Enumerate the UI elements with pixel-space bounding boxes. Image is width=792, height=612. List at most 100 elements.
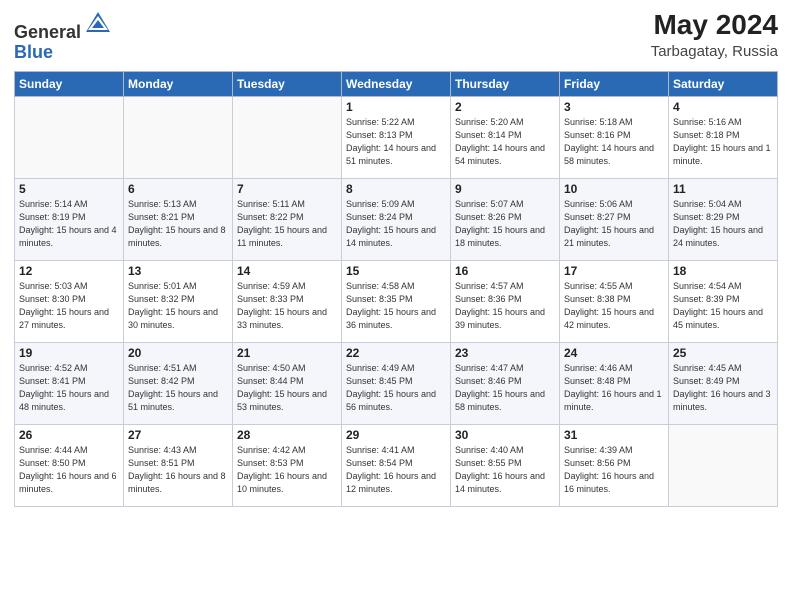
day-number: 24: [564, 346, 664, 360]
calendar-table: Sunday Monday Tuesday Wednesday Thursday…: [14, 71, 778, 507]
cell-content: Sunrise: 5:03 AM Sunset: 8:30 PM Dayligh…: [19, 280, 119, 332]
cell-content: Sunrise: 5:04 AM Sunset: 8:29 PM Dayligh…: [673, 198, 773, 250]
calendar-cell: [669, 425, 778, 507]
calendar-cell: 3 Sunrise: 5:18 AM Sunset: 8:16 PM Daylig…: [560, 97, 669, 179]
title-block: May 2024 Tarbagatay, Russia: [651, 10, 778, 60]
logo-blue: Blue: [14, 42, 53, 62]
logo-text-block: General Blue: [14, 10, 112, 63]
cell-content: Sunrise: 4:47 AM Sunset: 8:46 PM Dayligh…: [455, 362, 555, 414]
calendar-cell: 1 Sunrise: 5:22 AM Sunset: 8:13 PM Daylig…: [342, 97, 451, 179]
calendar-week-1: 5 Sunrise: 5:14 AM Sunset: 8:19 PM Daylig…: [15, 179, 778, 261]
day-number: 2: [455, 100, 555, 114]
day-number: 19: [19, 346, 119, 360]
cell-content: Sunrise: 5:18 AM Sunset: 8:16 PM Dayligh…: [564, 116, 664, 168]
calendar-cell: 27 Sunrise: 4:43 AM Sunset: 8:51 PM Dayli…: [124, 425, 233, 507]
day-number: 1: [346, 100, 446, 114]
cell-content: Sunrise: 4:40 AM Sunset: 8:55 PM Dayligh…: [455, 444, 555, 496]
calendar-cell: 2 Sunrise: 5:20 AM Sunset: 8:14 PM Daylig…: [451, 97, 560, 179]
calendar-cell: 11 Sunrise: 5:04 AM Sunset: 8:29 PM Dayli…: [669, 179, 778, 261]
day-number: 29: [346, 428, 446, 442]
day-number: 9: [455, 182, 555, 196]
col-saturday: Saturday: [669, 72, 778, 97]
day-number: 16: [455, 264, 555, 278]
day-number: 23: [455, 346, 555, 360]
cell-content: Sunrise: 5:07 AM Sunset: 8:26 PM Dayligh…: [455, 198, 555, 250]
logo-general: General: [14, 22, 81, 42]
cell-content: Sunrise: 4:52 AM Sunset: 8:41 PM Dayligh…: [19, 362, 119, 414]
calendar-cell: 5 Sunrise: 5:14 AM Sunset: 8:19 PM Daylig…: [15, 179, 124, 261]
cell-content: Sunrise: 4:55 AM Sunset: 8:38 PM Dayligh…: [564, 280, 664, 332]
cell-content: Sunrise: 5:06 AM Sunset: 8:27 PM Dayligh…: [564, 198, 664, 250]
month-title: May 2024: [651, 10, 778, 41]
cell-content: Sunrise: 4:44 AM Sunset: 8:50 PM Dayligh…: [19, 444, 119, 496]
calendar-week-2: 12 Sunrise: 5:03 AM Sunset: 8:30 PM Dayli…: [15, 261, 778, 343]
header: General Blue May 2024 Tarbagatay, Russia: [14, 10, 778, 63]
day-number: 15: [346, 264, 446, 278]
day-number: 21: [237, 346, 337, 360]
calendar-cell: [124, 97, 233, 179]
calendar-cell: 31Sunrise: 4:39 AM Sunset: 8:56 PM Dayli…: [560, 425, 669, 507]
cell-content: Sunrise: 4:43 AM Sunset: 8:51 PM Dayligh…: [128, 444, 228, 496]
calendar-cell: 19 Sunrise: 4:52 AM Sunset: 8:41 PM Dayli…: [15, 343, 124, 425]
calendar-cell: 13 Sunrise: 5:01 AM Sunset: 8:32 PM Dayli…: [124, 261, 233, 343]
cell-content: Sunrise: 5:01 AM Sunset: 8:32 PM Dayligh…: [128, 280, 228, 332]
cell-content: Sunrise: 4:57 AM Sunset: 8:36 PM Dayligh…: [455, 280, 555, 332]
day-number: 22: [346, 346, 446, 360]
calendar-cell: 6Sunrise: 5:13 AM Sunset: 8:21 PM Daylig…: [124, 179, 233, 261]
col-friday: Friday: [560, 72, 669, 97]
calendar-cell: 12 Sunrise: 5:03 AM Sunset: 8:30 PM Dayli…: [15, 261, 124, 343]
cell-content: Sunrise: 5:22 AM Sunset: 8:13 PM Dayligh…: [346, 116, 446, 168]
calendar-cell: 24 Sunrise: 4:46 AM Sunset: 8:48 PM Dayli…: [560, 343, 669, 425]
cell-content: Sunrise: 4:41 AM Sunset: 8:54 PM Dayligh…: [346, 444, 446, 496]
cell-content: Sunrise: 5:11 AM Sunset: 8:22 PM Dayligh…: [237, 198, 337, 250]
day-number: 18: [673, 264, 773, 278]
calendar-cell: [15, 97, 124, 179]
day-number: 31: [564, 428, 664, 442]
cell-content: Sunrise: 5:14 AM Sunset: 8:19 PM Dayligh…: [19, 198, 119, 250]
col-sunday: Sunday: [15, 72, 124, 97]
day-number: 30: [455, 428, 555, 442]
location-title: Tarbagatay, Russia: [651, 43, 778, 60]
day-number: 3: [564, 100, 664, 114]
calendar-cell: 9 Sunrise: 5:07 AM Sunset: 8:26 PM Daylig…: [451, 179, 560, 261]
day-number: 12: [19, 264, 119, 278]
calendar-cell: 26 Sunrise: 4:44 AM Sunset: 8:50 PM Dayli…: [15, 425, 124, 507]
day-number: 17: [564, 264, 664, 278]
calendar-cell: 17 Sunrise: 4:55 AM Sunset: 8:38 PM Dayli…: [560, 261, 669, 343]
calendar-cell: 14 Sunrise: 4:59 AM Sunset: 8:33 PM Dayli…: [233, 261, 342, 343]
cell-content: Sunrise: 4:42 AM Sunset: 8:53 PM Dayligh…: [237, 444, 337, 496]
calendar-cell: 16 Sunrise: 4:57 AM Sunset: 8:36 PM Dayli…: [451, 261, 560, 343]
calendar-cell: 4Sunrise: 5:16 AM Sunset: 8:18 PM Daylig…: [669, 97, 778, 179]
day-number: 26: [19, 428, 119, 442]
cell-content: Sunrise: 4:51 AM Sunset: 8:42 PM Dayligh…: [128, 362, 228, 414]
day-number: 28: [237, 428, 337, 442]
calendar-cell: [233, 97, 342, 179]
cell-content: Sunrise: 4:49 AM Sunset: 8:45 PM Dayligh…: [346, 362, 446, 414]
cell-content: Sunrise: 5:13 AM Sunset: 8:21 PM Dayligh…: [128, 198, 228, 250]
col-tuesday: Tuesday: [233, 72, 342, 97]
calendar-cell: 22 Sunrise: 4:49 AM Sunset: 8:45 PM Dayli…: [342, 343, 451, 425]
day-number: 8: [346, 182, 446, 196]
cell-content: Sunrise: 4:45 AM Sunset: 8:49 PM Dayligh…: [673, 362, 773, 414]
calendar-week-0: 1 Sunrise: 5:22 AM Sunset: 8:13 PM Daylig…: [15, 97, 778, 179]
day-number: 27: [128, 428, 228, 442]
calendar-cell: 25 Sunrise: 4:45 AM Sunset: 8:49 PM Dayli…: [669, 343, 778, 425]
cell-content: Sunrise: 4:59 AM Sunset: 8:33 PM Dayligh…: [237, 280, 337, 332]
cell-content: Sunrise: 5:20 AM Sunset: 8:14 PM Dayligh…: [455, 116, 555, 168]
day-number: 7: [237, 182, 337, 196]
day-number: 25: [673, 346, 773, 360]
cell-content: Sunrise: 4:54 AM Sunset: 8:39 PM Dayligh…: [673, 280, 773, 332]
day-number: 11: [673, 182, 773, 196]
day-number: 13: [128, 264, 228, 278]
logo: General Blue: [14, 10, 112, 63]
calendar-cell: 8 Sunrise: 5:09 AM Sunset: 8:24 PM Daylig…: [342, 179, 451, 261]
page: General Blue May 2024 Tarbagatay, Russia…: [0, 0, 792, 612]
cell-content: Sunrise: 5:09 AM Sunset: 8:24 PM Dayligh…: [346, 198, 446, 250]
calendar-cell: 21Sunrise: 4:50 AM Sunset: 8:44 PM Dayli…: [233, 343, 342, 425]
calendar-cell: 7 Sunrise: 5:11 AM Sunset: 8:22 PM Daylig…: [233, 179, 342, 261]
header-row: Sunday Monday Tuesday Wednesday Thursday…: [15, 72, 778, 97]
day-number: 14: [237, 264, 337, 278]
day-number: 5: [19, 182, 119, 196]
calendar-cell: 20Sunrise: 4:51 AM Sunset: 8:42 PM Dayli…: [124, 343, 233, 425]
cell-content: Sunrise: 4:46 AM Sunset: 8:48 PM Dayligh…: [564, 362, 664, 414]
